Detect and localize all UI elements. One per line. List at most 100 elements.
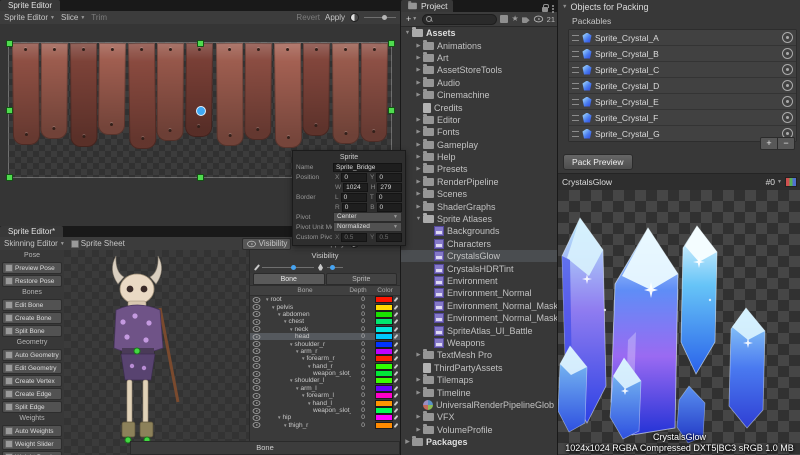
foldout-arrow[interactable]: ▶ bbox=[414, 414, 423, 420]
bone-row-head[interactable]: head0 bbox=[250, 333, 400, 340]
tool-button-auto-weights[interactable]: Auto Weights bbox=[2, 425, 62, 437]
tool-button-restore-pose[interactable]: Restore Pose bbox=[2, 275, 62, 287]
tree-item-environment-normal-mask[interactable]: Environment_Normal_Mask bbox=[401, 300, 558, 312]
position-y-field[interactable]: 0 bbox=[376, 173, 402, 182]
bone-row-arm-r[interactable]: ▼arm_r0 bbox=[250, 348, 400, 355]
eye-icon[interactable] bbox=[253, 363, 261, 369]
eye-icon[interactable] bbox=[253, 393, 261, 399]
tree-item-universalrenderpipelineglob[interactable]: UniversalRenderPipelineGlob bbox=[401, 399, 558, 411]
pen-icon[interactable] bbox=[394, 327, 399, 332]
eye-icon[interactable] bbox=[253, 400, 261, 406]
foldout-arrow[interactable]: ▼ bbox=[265, 297, 269, 302]
border-b-field[interactable]: 0 bbox=[377, 203, 402, 212]
atlas-preview-area[interactable]: CrystalsGlow 1024x1024 RGBA Compressed D… bbox=[558, 190, 800, 455]
pen-icon[interactable] bbox=[394, 312, 399, 317]
bone-row-shoulder-r[interactable]: ▼shoulder_r0 bbox=[250, 340, 400, 347]
pen-icon[interactable] bbox=[394, 393, 399, 398]
bone-color-swatch[interactable] bbox=[375, 326, 393, 333]
rgb-channels-icon[interactable] bbox=[785, 177, 797, 187]
sprite-rect-handle[interactable] bbox=[6, 107, 13, 114]
tree-item-gameplay[interactable]: ▶Gameplay bbox=[401, 139, 558, 151]
tree-item-fonts[interactable]: ▶Fonts bbox=[401, 126, 558, 138]
foldout-arrow[interactable]: ▼ bbox=[277, 415, 281, 420]
bone-row-thigh-r[interactable]: ▼thigh_r0 bbox=[250, 422, 400, 429]
pen-icon[interactable] bbox=[394, 349, 399, 354]
custom-pivot-x-field[interactable]: 0.5 bbox=[341, 233, 367, 242]
tree-item-thirdpartyassets[interactable]: ThirdPartyAssets bbox=[401, 362, 558, 374]
foldout-arrow[interactable]: ▶ bbox=[414, 204, 423, 210]
create-asset-button[interactable]: +▼ bbox=[404, 15, 419, 24]
tool-button-create-bone[interactable]: Create Bone bbox=[2, 312, 62, 324]
bone-row-hand-l[interactable]: ▼hand_l0 bbox=[250, 399, 400, 406]
bone-color-swatch[interactable] bbox=[375, 422, 393, 429]
tab-sprite-editor-modified[interactable]: Sprite Editor* bbox=[0, 226, 63, 237]
eye-icon[interactable] bbox=[253, 378, 261, 384]
mesh-opacity-slider[interactable] bbox=[327, 267, 343, 268]
trim-button[interactable]: Trim bbox=[91, 13, 107, 22]
packable-row-sprite-crystal-d[interactable]: Sprite_Crystal_D bbox=[569, 78, 796, 94]
tree-item-volumeprofile[interactable]: ▶VolumeProfile bbox=[401, 424, 558, 436]
tool-button-edit-bone[interactable]: Edit Bone bbox=[2, 299, 62, 311]
drag-handle-icon[interactable] bbox=[572, 99, 579, 105]
sprite-rect-handle[interactable] bbox=[6, 40, 13, 47]
object-picker-icon[interactable] bbox=[782, 96, 793, 107]
pen-icon[interactable] bbox=[394, 334, 399, 339]
foldout-arrow[interactable]: ▼ bbox=[289, 327, 293, 332]
foldout-arrow[interactable]: ▶ bbox=[414, 166, 423, 172]
tree-item-renderpipeline[interactable]: ▶RenderPipeline bbox=[401, 176, 558, 188]
tool-button-edit-geometry[interactable]: Edit Geometry bbox=[2, 362, 62, 374]
add-packable-button[interactable]: + bbox=[761, 138, 778, 149]
foldout-arrow[interactable]: ▶ bbox=[414, 92, 423, 98]
packable-row-sprite-crystal-b[interactable]: Sprite_Crystal_B bbox=[569, 46, 796, 62]
drag-handle-icon[interactable] bbox=[572, 115, 579, 121]
bone-row-neck[interactable]: ▼neck0 bbox=[250, 326, 400, 333]
bone-row-shoulder-l[interactable]: ▼shoulder_l0 bbox=[250, 377, 400, 384]
tree-item-presets[interactable]: ▶Presets bbox=[401, 163, 558, 175]
packable-row-sprite-crystal-f[interactable]: Sprite_Crystal_F bbox=[569, 110, 796, 126]
position-x-field[interactable]: 0 bbox=[341, 173, 367, 182]
bone-row-abdomen[interactable]: ▼abdomen0 bbox=[250, 311, 400, 318]
bone-row-forearm-l[interactable]: ▼forearm_l0 bbox=[250, 392, 400, 399]
foldout-arrow[interactable]: ▼ bbox=[277, 312, 281, 317]
foldout-arrow[interactable]: ▶ bbox=[414, 117, 423, 123]
pen-icon[interactable] bbox=[394, 305, 399, 310]
sprite-rect-handle[interactable] bbox=[197, 174, 204, 181]
bone-opacity-slider[interactable] bbox=[262, 267, 314, 268]
pack-preview-button[interactable]: Pack Preview bbox=[563, 154, 633, 170]
object-picker-icon[interactable] bbox=[782, 48, 793, 59]
tree-item-environment[interactable]: Environment bbox=[401, 275, 558, 287]
foldout-arrow[interactable]: ▼ bbox=[271, 305, 275, 310]
tree-item-credits[interactable]: Credits bbox=[401, 101, 558, 113]
object-picker-icon[interactable] bbox=[782, 80, 793, 91]
bone-color-swatch[interactable] bbox=[375, 370, 393, 377]
revert-button[interactable]: Revert bbox=[296, 13, 320, 22]
packable-row-sprite-crystal-a[interactable]: Sprite_Crystal_A bbox=[569, 30, 796, 46]
height-field[interactable]: 279 bbox=[377, 183, 402, 192]
tree-item-help[interactable]: ▶Help bbox=[401, 151, 558, 163]
tab-sprite-editor[interactable]: Sprite Editor bbox=[0, 0, 60, 11]
pen-icon[interactable] bbox=[394, 297, 399, 302]
bone-color-swatch[interactable] bbox=[375, 414, 393, 421]
remove-packable-button[interactable]: − bbox=[778, 138, 794, 149]
bone-color-swatch[interactable] bbox=[375, 385, 393, 392]
tree-item-assets[interactable]: ▼Assets bbox=[401, 27, 558, 39]
foldout-arrow[interactable]: ▶ bbox=[414, 390, 423, 396]
foldout-arrow[interactable]: ▼ bbox=[414, 216, 423, 222]
tree-item-crystalshdrtint[interactable]: CrystalsHDRTint bbox=[401, 262, 558, 274]
drag-handle-icon[interactable] bbox=[572, 83, 579, 89]
foldout-arrow[interactable]: ▼ bbox=[295, 386, 299, 391]
tool-button-split-edge[interactable]: Split Edge bbox=[2, 401, 62, 413]
tree-item-cinemachine[interactable]: ▶Cinemachine bbox=[401, 89, 558, 101]
tree-item-sprite-atlases[interactable]: ▼Sprite Atlases bbox=[401, 213, 558, 225]
bone-color-swatch[interactable] bbox=[375, 311, 393, 318]
menu-icon[interactable] bbox=[552, 8, 554, 10]
object-picker-icon[interactable] bbox=[782, 64, 793, 75]
sprite-rect-handle[interactable] bbox=[388, 107, 395, 114]
bone-row-arm-l[interactable]: ▼arm_l0 bbox=[250, 385, 400, 392]
tree-item-environment-normal-mask[interactable]: Environment_Normal_Mask bbox=[401, 312, 558, 324]
bone-row-hip[interactable]: ▼hip0 bbox=[250, 414, 400, 421]
pivot-handle[interactable] bbox=[196, 106, 206, 116]
zoom-slider[interactable] bbox=[364, 17, 396, 18]
border-l-field[interactable]: 0 bbox=[341, 193, 367, 202]
slice-dropdown[interactable]: Slice▼ bbox=[61, 13, 85, 22]
